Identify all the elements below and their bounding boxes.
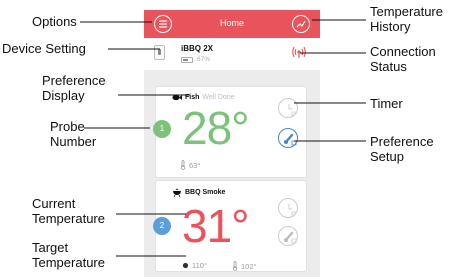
annotation-preference-setup: Preference Setup <box>370 134 434 164</box>
annotation-line: Setup <box>370 149 404 164</box>
annotation-temperature-history: Temperature History <box>370 4 443 34</box>
annotation-line: Display <box>42 88 85 103</box>
annotation-target-temperature: Target Temperature <box>32 240 105 270</box>
annotation-line: Current <box>32 196 76 211</box>
annotation-line: Temperature <box>370 4 443 19</box>
annotation-options: Options <box>32 14 77 29</box>
annotation-line: Preference <box>42 73 106 88</box>
annotation-connection-status: Connection Status <box>370 44 436 74</box>
annotation-device-setting: Device Setting <box>2 41 86 56</box>
annotation-line: Target <box>32 240 69 255</box>
annotation-line: Status <box>370 59 407 74</box>
annotation-line: Probe <box>50 119 85 134</box>
annotation-line: Temperature <box>32 211 105 226</box>
annotation-line: Number <box>50 134 97 149</box>
annotation-line: Preference <box>370 134 434 149</box>
annotation-line: Temperature <box>32 255 105 270</box>
annotation-timer: Timer <box>370 96 403 111</box>
annotation-current-temperature: Current Temperature <box>32 196 105 226</box>
annotation-line: Connection <box>370 44 436 59</box>
annotation-probe-number: Probe Number <box>50 119 96 149</box>
annotation-line: History <box>370 19 411 34</box>
annotation-preference-display: Preference Display <box>42 73 106 103</box>
